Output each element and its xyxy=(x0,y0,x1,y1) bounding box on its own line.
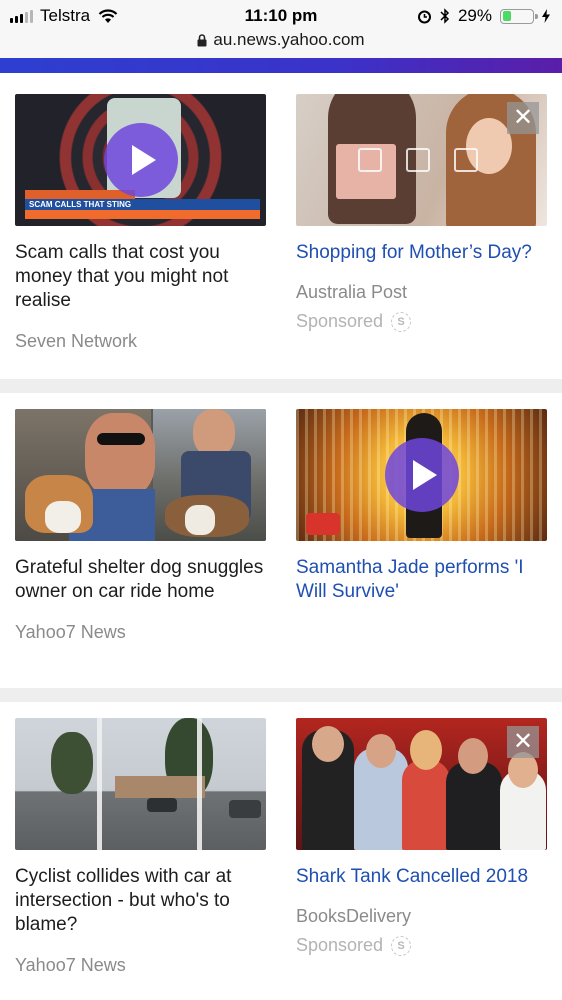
story-card-scam-calls[interactable]: SCAM CALLS THAT STING Scam calls that co… xyxy=(15,94,266,352)
story-title[interactable]: Scam calls that cost you money that you … xyxy=(15,241,266,313)
play-icon[interactable] xyxy=(384,438,459,512)
address-bar[interactable]: au.news.yahoo.com xyxy=(0,30,562,50)
row-divider xyxy=(0,688,562,702)
story-card-shelter-dog[interactable]: Grateful shelter dog snuggles owner on c… xyxy=(15,409,266,643)
ad-advertiser: BooksDelivery xyxy=(296,906,412,926)
charging-icon xyxy=(542,9,550,23)
story-title[interactable]: Samantha Jade performs 'I Will Survive' xyxy=(296,556,547,604)
ad-thumbnail[interactable]: ✕ xyxy=(296,718,547,850)
bluetooth-icon xyxy=(440,8,450,24)
sponsored-info-icon[interactable]: S xyxy=(391,311,412,332)
story-row-1: SCAM CALLS THAT STING Scam calls that co… xyxy=(0,79,562,379)
lock-icon xyxy=(197,33,207,46)
story-source: Seven Network xyxy=(15,331,138,351)
battery-percent: 29% xyxy=(457,6,492,25)
play-icon[interactable] xyxy=(103,123,178,197)
url-text: au.news.yahoo.com xyxy=(213,30,365,49)
status-right-group: 29% xyxy=(417,6,550,26)
sponsored-info-icon[interactable]: S xyxy=(391,935,412,956)
parcel-icons xyxy=(358,148,478,172)
sponsored-text: Sponsored xyxy=(296,935,384,955)
sponsored-text: Sponsored xyxy=(296,311,384,331)
sponsored-label: Sponsored S xyxy=(296,935,547,956)
ad-title[interactable]: Shopping for Mother’s Day? xyxy=(296,241,547,265)
ad-card-shark-tank[interactable]: ✕ Shark Tank Cancelled 2018 BooksDeliver… xyxy=(296,718,547,956)
channel-logo xyxy=(306,513,340,535)
status-bar: Telstra 11:10 pm 29% au.news.yahoo.com xyxy=(0,0,562,58)
alarm-icon xyxy=(417,10,431,23)
row-divider xyxy=(0,379,562,393)
story-card-cyclist[interactable]: Cyclist collides with car at intersectio… xyxy=(15,718,266,976)
story-thumbnail[interactable]: SCAM CALLS THAT STING xyxy=(15,94,266,226)
story-source: Yahoo7 News xyxy=(15,955,126,975)
story-card-samantha-jade[interactable]: Samantha Jade performs 'I Will Survive' xyxy=(296,409,547,604)
ad-thumbnail[interactable]: ✕ xyxy=(296,94,547,226)
ad-title[interactable]: Shark Tank Cancelled 2018 xyxy=(296,865,547,889)
sponsored-label: Sponsored S xyxy=(296,311,547,332)
ad-card-mothers-day[interactable]: ✕ Shopping for Mother’s Day? Australia P… xyxy=(296,94,547,332)
story-thumbnail[interactable] xyxy=(15,409,266,541)
story-thumbnail[interactable] xyxy=(296,409,547,541)
close-icon[interactable]: ✕ xyxy=(507,726,539,758)
story-row-3: Cyclist collides with car at intersectio… xyxy=(0,702,562,1000)
story-thumbnail[interactable] xyxy=(15,718,266,850)
battery-icon xyxy=(500,8,538,24)
thumbnail-caption: SCAM CALLS THAT STING xyxy=(29,200,132,209)
accent-bar xyxy=(0,58,562,73)
story-title[interactable]: Cyclist collides with car at intersectio… xyxy=(15,865,266,937)
story-title[interactable]: Grateful shelter dog snuggles owner on c… xyxy=(15,556,266,604)
close-icon[interactable]: ✕ xyxy=(507,102,539,134)
story-row-2: Grateful shelter dog snuggles owner on c… xyxy=(0,393,562,688)
ad-advertiser: Australia Post xyxy=(296,282,408,302)
story-source: Yahoo7 News xyxy=(15,622,126,642)
